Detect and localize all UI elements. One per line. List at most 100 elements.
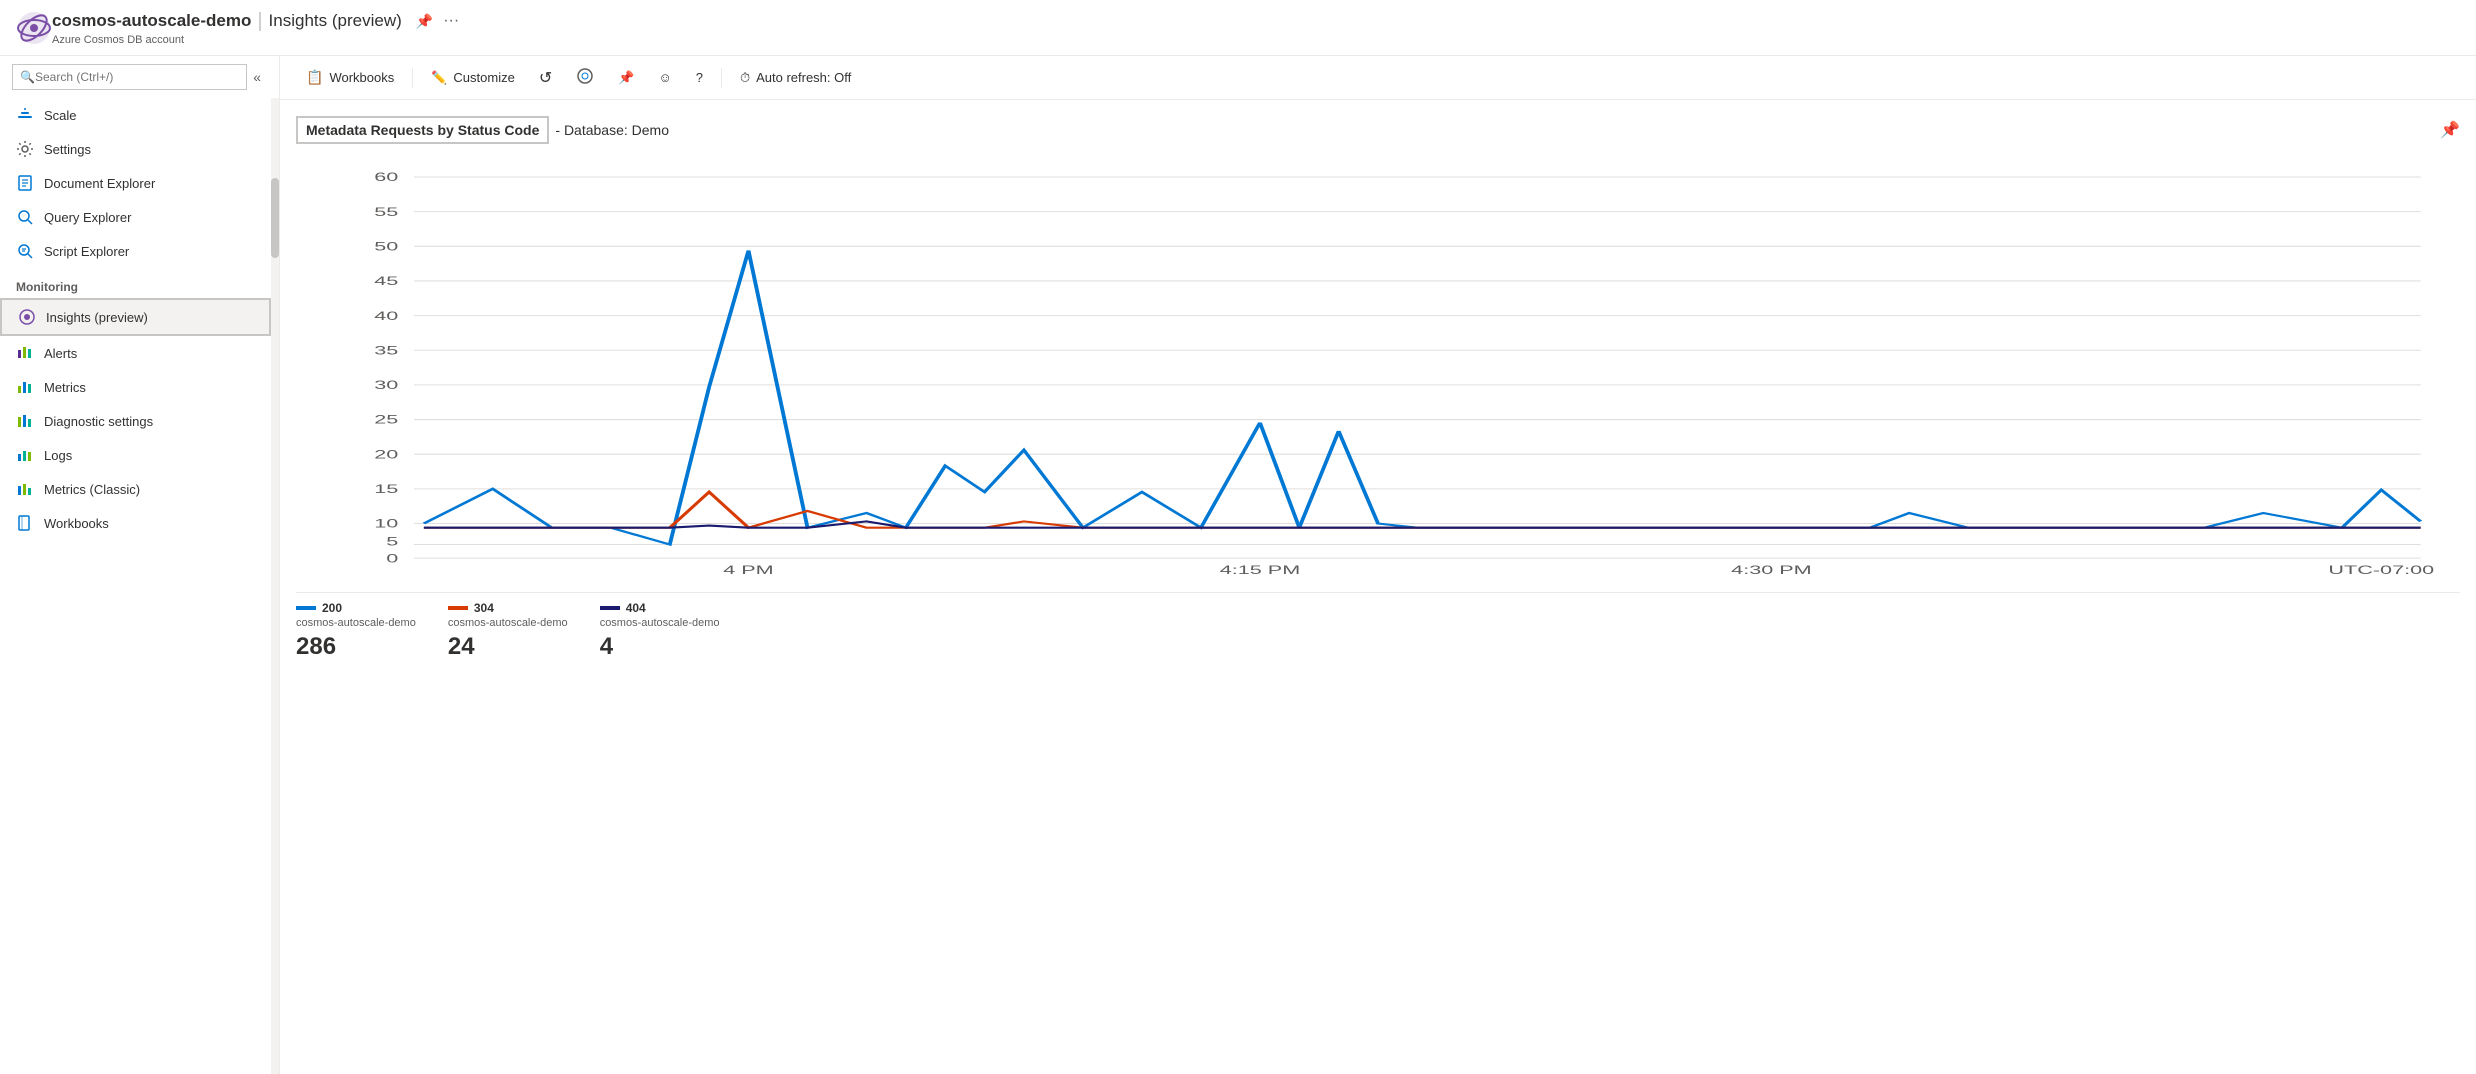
chart-area: Metadata Requests by Status Code - Datab… xyxy=(280,100,2476,1074)
cosmos-toolbar-icon xyxy=(576,67,594,88)
query-explorer-icon xyxy=(16,208,34,226)
svg-text:35: 35 xyxy=(374,344,398,357)
search-icon: 🔍 xyxy=(20,70,35,84)
emoji-icon: ☺ xyxy=(658,70,671,85)
sidebar-item-metrics-classic-label: Metrics (Classic) xyxy=(44,482,140,497)
refresh-button[interactable]: ↺ xyxy=(529,63,562,93)
svg-text:25: 25 xyxy=(374,413,398,426)
legend-item-404: 404 cosmos-autoscale-demo 4 xyxy=(600,601,720,661)
legend-series-304: cosmos-autoscale-demo xyxy=(448,617,568,629)
cosmos-feedback-button[interactable] xyxy=(566,62,604,93)
customize-button[interactable]: ✏️ Customize xyxy=(421,65,525,91)
sidebar-item-alerts-label: Alerts xyxy=(44,346,77,361)
sidebar: 🔍 « Scale Settings xyxy=(0,56,280,1074)
sidebar-item-metrics-classic[interactable]: Metrics (Classic) xyxy=(0,472,271,506)
svg-text:55: 55 xyxy=(374,205,398,218)
auto-refresh-button[interactable]: ⏱ Auto refresh: Off xyxy=(730,65,861,91)
sidebar-item-diagnostic[interactable]: Diagnostic settings xyxy=(0,404,271,438)
scale-icon xyxy=(16,106,34,124)
header: cosmos-autoscale-demo | Insights (previe… xyxy=(0,0,2476,56)
document-explorer-icon xyxy=(16,174,34,192)
svg-text:40: 40 xyxy=(374,309,398,322)
legend-series-200: cosmos-autoscale-demo xyxy=(296,617,416,629)
app-subtitle: Azure Cosmos DB account xyxy=(52,34,459,46)
sidebar-item-alerts[interactable]: Alerts xyxy=(0,336,271,370)
sidebar-item-script-explorer[interactable]: Script Explorer xyxy=(0,234,271,268)
legend-value-404: 4 xyxy=(600,633,720,661)
sidebar-item-workbooks[interactable]: Workbooks xyxy=(0,506,271,540)
main-layout: 🔍 « Scale Settings xyxy=(0,56,2476,1074)
metrics-icon xyxy=(16,378,34,396)
customize-icon: ✏️ xyxy=(431,70,447,86)
sidebar-item-document-explorer[interactable]: Document Explorer xyxy=(0,166,271,200)
workbooks-button[interactable]: 📋 Workbooks xyxy=(296,64,404,91)
pin-icon[interactable]: 📌 xyxy=(416,13,433,30)
emoji-button[interactable]: ☺ xyxy=(648,65,681,90)
chart-pin-button[interactable]: 📌 xyxy=(2440,120,2460,140)
legend-color-200 xyxy=(296,606,316,610)
clock-icon: ⏱ xyxy=(740,70,750,86)
svg-text:50: 50 xyxy=(374,240,398,253)
collapse-sidebar-button[interactable]: « xyxy=(247,67,267,87)
svg-text:4 PM: 4 PM xyxy=(723,563,773,576)
red-line-304 xyxy=(424,492,2421,528)
svg-text:60: 60 xyxy=(374,171,398,184)
svg-text:45: 45 xyxy=(374,274,398,287)
script-explorer-icon xyxy=(16,242,34,260)
workbooks-toolbar-icon: 📋 xyxy=(306,69,323,86)
search-input[interactable] xyxy=(12,64,247,90)
chart-wrapper: Metadata Requests by Status Code - Datab… xyxy=(296,116,2460,661)
sidebar-item-logs[interactable]: Logs xyxy=(0,438,271,472)
sidebar-item-logs-label: Logs xyxy=(44,448,72,463)
svg-text:0: 0 xyxy=(386,552,398,565)
header-title-block: cosmos-autoscale-demo | Insights (previe… xyxy=(52,10,459,46)
legend-value-304: 24 xyxy=(448,633,568,661)
ellipsis-icon[interactable]: ··· xyxy=(443,12,459,30)
legend-color-304 xyxy=(448,606,468,610)
sidebar-item-insights[interactable]: Insights (preview) xyxy=(0,298,271,336)
legend-value-200: 286 xyxy=(296,633,416,661)
pin-toolbar-icon: 📌 xyxy=(618,70,634,86)
sidebar-item-insights-label: Insights (preview) xyxy=(46,310,148,325)
dark-blue-line-404 xyxy=(424,521,2421,527)
logs-icon xyxy=(16,446,34,464)
x-axis: 4 PM 4:15 PM 4:30 PM UTC-07:00 xyxy=(723,563,2434,576)
insights-icon xyxy=(18,308,36,326)
svg-text:UTC-07:00: UTC-07:00 xyxy=(2328,563,2434,576)
chart-title: Metadata Requests by Status Code xyxy=(296,116,549,144)
app-name: cosmos-autoscale-demo xyxy=(52,11,251,31)
chart-title-bar: Metadata Requests by Status Code - Datab… xyxy=(296,116,2460,144)
alerts-icon xyxy=(16,344,34,362)
content-area: 📋 Workbooks ✏️ Customize ↺ 📌 ☺ xyxy=(280,56,2476,1074)
sidebar-item-metrics[interactable]: Metrics xyxy=(0,370,271,404)
diagnostic-icon xyxy=(16,412,34,430)
svg-text:30: 30 xyxy=(374,378,398,391)
legend-code-304: 304 xyxy=(474,601,494,615)
sidebar-scrollbar-thumb xyxy=(271,178,279,258)
workbooks-icon xyxy=(16,514,34,532)
pin-button[interactable]: 📌 xyxy=(608,65,644,91)
help-icon: ? xyxy=(696,70,703,85)
sidebar-item-query-explorer[interactable]: Query Explorer xyxy=(0,200,271,234)
sidebar-item-settings[interactable]: Settings xyxy=(0,132,271,166)
legend-series-404: cosmos-autoscale-demo xyxy=(600,617,720,629)
customize-label: Customize xyxy=(453,70,514,85)
legend-item-304: 304 cosmos-autoscale-demo 24 xyxy=(448,601,568,661)
legend-color-404 xyxy=(600,606,620,610)
auto-refresh-label: Auto refresh: Off xyxy=(756,70,851,85)
sidebar-scrollbar[interactable] xyxy=(271,98,279,1074)
toolbar-divider-1 xyxy=(412,68,413,88)
svg-text:10: 10 xyxy=(374,517,398,530)
cosmos-db-icon xyxy=(16,10,52,46)
sidebar-item-metrics-label: Metrics xyxy=(44,380,86,395)
sidebar-item-settings-label: Settings xyxy=(44,142,91,157)
toolbar: 📋 Workbooks ✏️ Customize ↺ 📌 ☺ xyxy=(280,56,2476,100)
metrics-classic-icon xyxy=(16,480,34,498)
svg-text:15: 15 xyxy=(374,482,398,495)
settings-icon xyxy=(16,140,34,158)
sidebar-item-script-explorer-label: Script Explorer xyxy=(44,244,129,259)
search-row: 🔍 « xyxy=(0,56,279,98)
help-button[interactable]: ? xyxy=(686,65,713,90)
sidebar-item-scale[interactable]: Scale xyxy=(0,98,271,132)
chart-container: 60 55 50 45 40 35 30 25 20 15 10 5 xyxy=(296,156,2460,576)
